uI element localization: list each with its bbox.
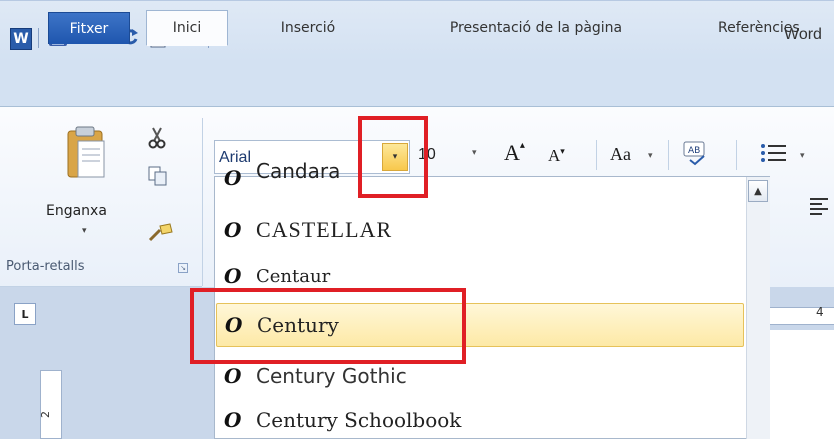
scroll-up-button[interactable]: ▲ bbox=[748, 180, 768, 202]
dialog-launcher-icon[interactable]: ↘ bbox=[178, 263, 188, 273]
group-divider bbox=[202, 118, 203, 286]
clipboard-group-label: Porta-retalls bbox=[6, 259, 85, 274]
font-list-item[interactable]: O Century Schoolbook bbox=[216, 398, 744, 439]
ribbon-tabs bbox=[0, 62, 834, 107]
svg-text:AB: AB bbox=[688, 146, 700, 156]
paste-dropdown-icon[interactable]: ▾ bbox=[82, 226, 87, 236]
bullets-dropdown-icon[interactable]: ▾ bbox=[800, 151, 805, 161]
font-list-item[interactable]: O Candara bbox=[216, 162, 744, 194]
font-list-item-label: Century Gothic bbox=[256, 364, 407, 388]
paste-button-label[interactable]: Enganxa bbox=[46, 203, 107, 219]
annotation-highlight-century bbox=[190, 288, 466, 364]
font-type-icon: O bbox=[224, 166, 242, 190]
font-list-item-label: Candara bbox=[256, 162, 341, 183]
vertical-ruler bbox=[40, 370, 62, 439]
tab-file[interactable]: Fitxer bbox=[48, 12, 130, 44]
font-type-icon: O bbox=[224, 408, 242, 432]
font-list-scrollbar[interactable] bbox=[746, 177, 770, 439]
cut-icon[interactable] bbox=[148, 127, 166, 153]
font-type-icon: O bbox=[224, 264, 242, 288]
font-type-icon: O bbox=[224, 218, 242, 242]
font-type-icon: O bbox=[224, 364, 242, 388]
align-left-icon[interactable] bbox=[808, 195, 830, 221]
paste-icon[interactable] bbox=[66, 125, 106, 181]
tab-selector-button[interactable]: L bbox=[14, 303, 36, 325]
change-case-dropdown-icon[interactable]: ▾ bbox=[648, 151, 653, 161]
word-logo-icon[interactable]: W bbox=[10, 28, 32, 50]
tab-page-layout[interactable]: Presentació de la pàgina bbox=[394, 10, 678, 46]
font-list-item-label: Century Schoolbook bbox=[256, 408, 462, 432]
tab-references[interactable]: Referències bbox=[704, 10, 834, 46]
font-list-item-label: CASTELLAR bbox=[256, 217, 393, 242]
vertical-ruler-number: 2 bbox=[39, 411, 52, 418]
tab-insert[interactable]: Inserció bbox=[256, 10, 360, 46]
copy-icon[interactable] bbox=[148, 166, 168, 190]
horizontal-ruler-number: 4 bbox=[816, 305, 824, 319]
qa-separator bbox=[38, 28, 39, 48]
annotation-highlight-dropdown bbox=[358, 116, 428, 198]
font-list-item[interactable]: O CASTELLAR bbox=[216, 208, 744, 252]
font-list-item-label: Centaur bbox=[256, 265, 331, 287]
format-painter-icon[interactable] bbox=[148, 222, 174, 246]
bullets-icon[interactable] bbox=[760, 142, 788, 168]
tab-home[interactable]: Inici bbox=[146, 10, 228, 46]
font-size-dropdown-icon[interactable]: ▾ bbox=[472, 148, 477, 158]
